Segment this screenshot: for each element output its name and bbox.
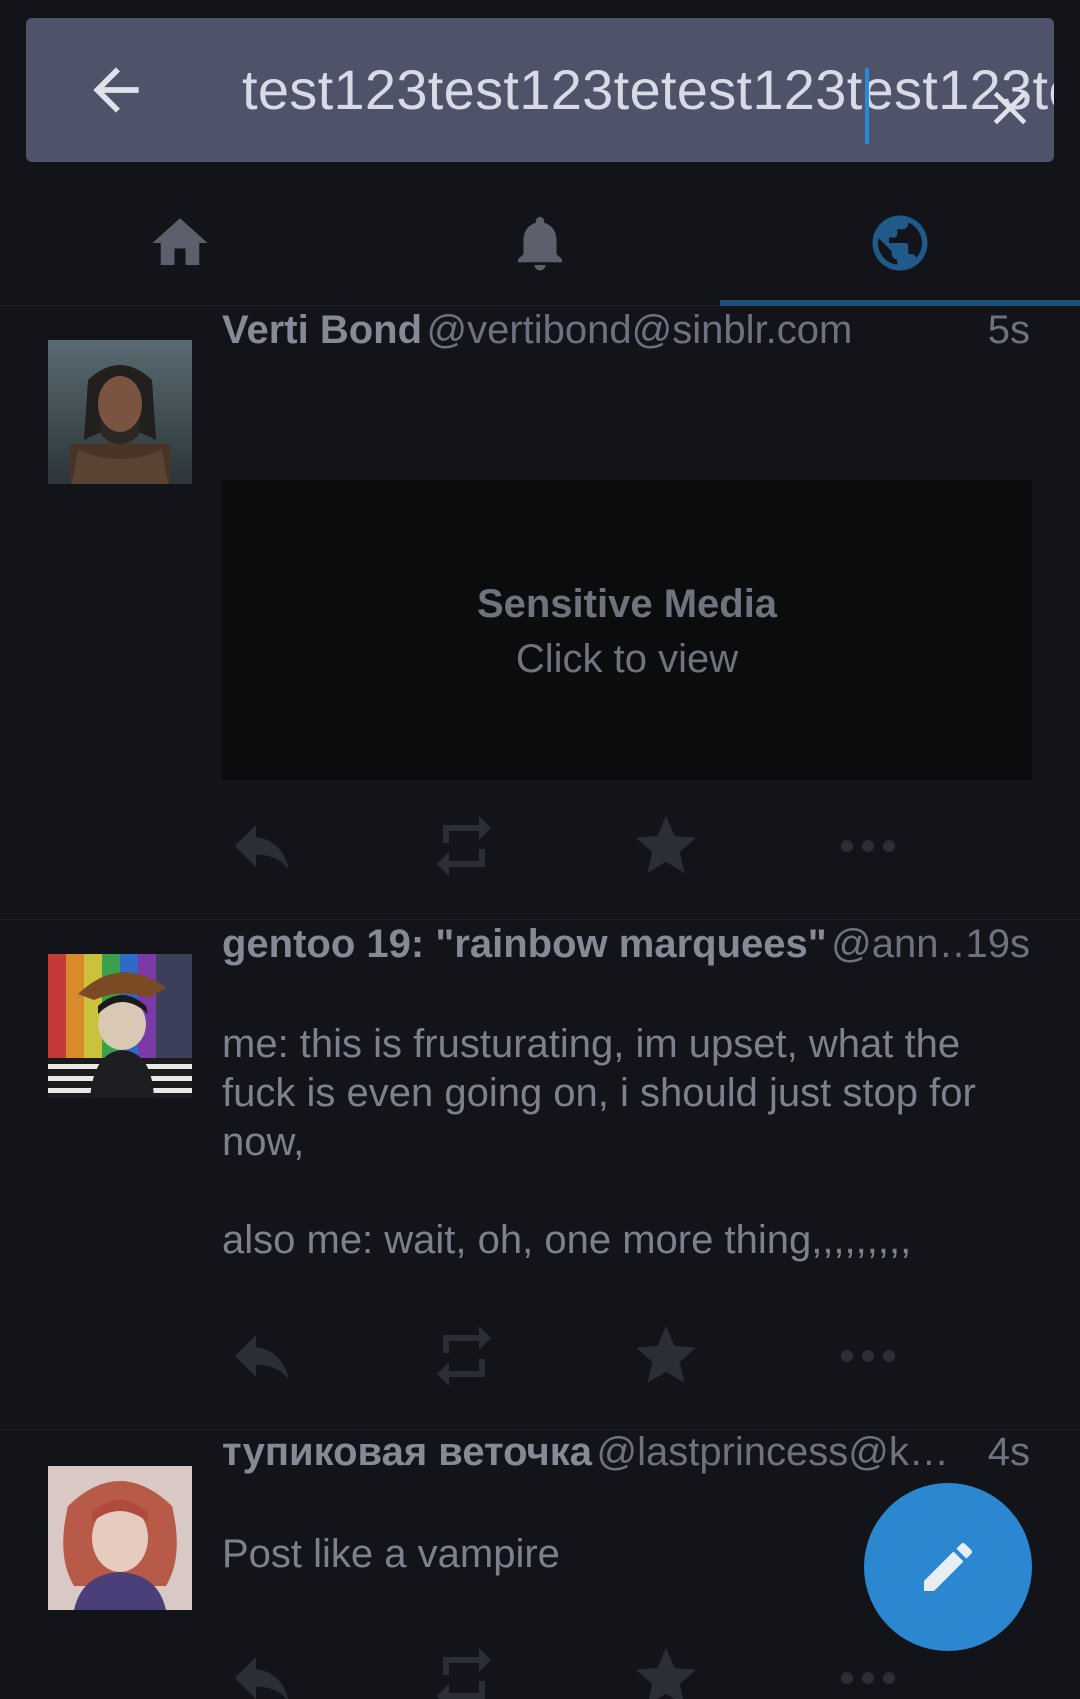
globe-icon	[872, 215, 928, 271]
more-options-icon[interactable]	[828, 1316, 908, 1396]
status-actions	[222, 806, 922, 886]
relative-time: 5s	[983, 308, 1030, 353]
display-name[interactable]: Verti Bond	[222, 308, 422, 352]
avatar[interactable]	[48, 340, 192, 484]
search-input[interactable]: test123test123tetest123test123test123	[242, 18, 1054, 162]
bell-icon	[518, 216, 562, 271]
sensitive-media-hint: Click to view	[515, 637, 739, 681]
status-header: Verti Bond @vertibond@sinblr.com 5s	[222, 308, 1030, 368]
avatar[interactable]	[48, 1466, 192, 1610]
relative-time: 4s	[983, 1430, 1030, 1475]
boost-icon[interactable]	[424, 1316, 504, 1396]
pencil-icon	[924, 1542, 973, 1591]
back-arrow-icon[interactable]	[82, 56, 150, 124]
status-actions	[222, 1638, 922, 1699]
tab-home[interactable]	[0, 180, 360, 306]
text-caret	[865, 68, 869, 144]
tab-federated[interactable]	[720, 180, 1080, 306]
search-query: test123test123tetest123test123test123	[242, 58, 1054, 121]
account-handle: @lastprincess@k…	[596, 1430, 949, 1474]
status-post[interactable]: gentoo 19: "rainbow marquees" @ann… 19s …	[0, 920, 1080, 1430]
tab-notifications[interactable]	[360, 180, 720, 306]
relative-time: 19s	[961, 922, 1030, 967]
sensitive-media-title: Sensitive Media	[476, 582, 778, 626]
favourite-icon[interactable]	[626, 1638, 706, 1699]
account-handle: @ann…	[831, 922, 979, 966]
more-options-icon[interactable]	[828, 806, 908, 886]
status-post[interactable]: Verti Bond @vertibond@sinblr.com 5s Sens…	[0, 306, 1080, 920]
more-options-icon[interactable]	[828, 1638, 908, 1699]
favourite-icon[interactable]	[626, 1316, 706, 1396]
display-name[interactable]: gentoo 19: "rainbow marquees"	[222, 922, 827, 966]
boost-icon[interactable]	[424, 1638, 504, 1699]
compose-button[interactable]	[864, 1483, 1032, 1651]
avatar[interactable]	[48, 954, 192, 1098]
reply-icon[interactable]	[222, 1638, 302, 1699]
status-content: me: this is frusturating, im upset, what…	[222, 1022, 976, 1262]
search-bar: test123test123tetest123test123test123	[26, 18, 1054, 162]
tab-bar	[0, 180, 1080, 306]
close-icon[interactable]	[982, 80, 1038, 136]
status-actions	[222, 1316, 922, 1396]
boost-icon[interactable]	[424, 806, 504, 886]
status-header: тупиковая веточка @lastprincess@k… 4s	[222, 1430, 1030, 1490]
status-header: gentoo 19: "rainbow marquees" @ann… 19s	[222, 922, 1030, 982]
reply-icon[interactable]	[222, 806, 302, 886]
home-icon	[152, 218, 208, 265]
sensitive-media-overlay[interactable]: Sensitive Media Click to view	[222, 480, 1032, 780]
favourite-icon[interactable]	[626, 806, 706, 886]
reply-icon[interactable]	[222, 1316, 302, 1396]
display-name[interactable]: тупиковая веточка	[222, 1430, 592, 1474]
account-handle: @vertibond@sinblr.com	[426, 308, 853, 352]
